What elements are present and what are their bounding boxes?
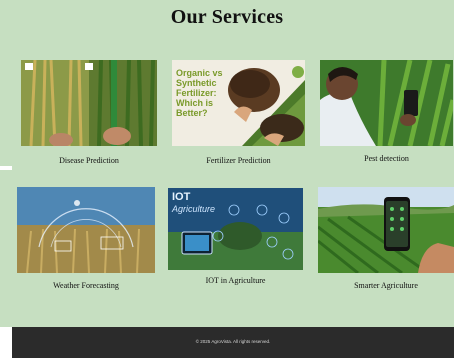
weather-forecasting-caption: Weather Forecasting: [53, 281, 119, 290]
smarter-agriculture-caption: Smarter Agriculture: [354, 281, 418, 290]
iot-overlay-subtitle: Agriculture: [172, 204, 216, 214]
pest-detection-caption: Pest detection: [364, 154, 409, 163]
fertilizer-prediction-caption: Fertilizer Prediction: [206, 156, 271, 165]
iot-agriculture-image[interactable]: IOT Agriculture: [168, 188, 303, 270]
iot-overlay-title: IOT: [172, 191, 191, 203]
pest-detection-image[interactable]: [320, 60, 453, 146]
fertilizer-prediction-image[interactable]: Organic vs Synthetic Fertilizer: Which i…: [172, 60, 305, 146]
footer-copyright: © 2025 AgroVista. All rights reserved.: [195, 339, 271, 344]
fertilizer-overlay-text: Organic vs Synthetic Fertilizer: Which i…: [176, 68, 223, 118]
disease-prediction-caption: Disease Prediction: [59, 156, 119, 165]
site-footer: © 2025 AgroVista. All rights reserved.: [12, 327, 454, 358]
layout-gap: [0, 166, 12, 170]
disease-prediction-image[interactable]: [21, 60, 157, 146]
smarter-agriculture-image[interactable]: [318, 187, 454, 273]
iot-agriculture-caption: IOT in Agriculture: [205, 276, 266, 285]
weather-forecasting-image[interactable]: [17, 187, 155, 273]
page-title: Our Services: [170, 6, 284, 28]
